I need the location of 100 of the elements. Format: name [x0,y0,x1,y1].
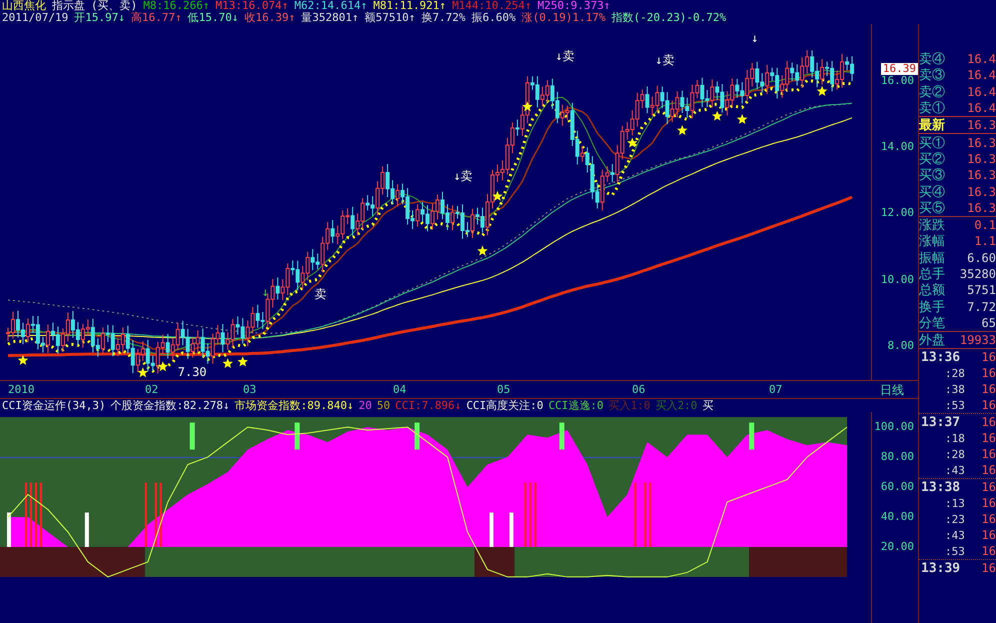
indicator-axis-label: 40.00 [880,511,914,523]
indicator-reading: 买入2:0 [655,398,698,413]
stat-value: 6.60 [967,250,996,265]
tick-time: :43 [945,528,965,542]
bid-price: 16.3 [967,152,996,166]
tick-time: :38 [945,382,965,396]
bid-label: 买③ [919,167,945,184]
tick-time: :53 [945,398,965,412]
tick-time: 13:39 [921,560,960,576]
stat-label: 分笔 [919,314,945,332]
stat-label: 总额 [919,282,945,300]
price-axis-label: 14.00 [880,141,914,154]
tick-time: 13:38 [921,480,960,495]
ask-price: 16.4 [967,52,996,66]
low-price-label: 7.30 [178,364,207,379]
quote-value: 额57510↑ [364,12,416,24]
date-axis-label: 05 [497,383,510,396]
tick-price: 16 [982,480,996,494]
stat-value: 35280 [960,267,996,281]
quote-value: 换7.72% [421,12,466,24]
stat-label: 涨幅 [919,233,945,250]
bid-price: 16.3 [967,168,996,182]
quote-value: 开15.97↓ [74,12,125,24]
tick-time: 13:37 [921,414,960,430]
price-axis-label: 10.00 [880,274,914,286]
indicator-reading: 20 [358,399,372,412]
date-axis-label: 2010 [8,383,34,396]
bid-label: 买⑤ [919,200,945,217]
sell-signal-label: 卖 [314,286,327,301]
tick-time: :53 [945,544,965,558]
mode-label: (买、卖) [91,0,138,12]
sell-signal-label: ↓ [751,31,758,46]
latest-label: 最新 [919,116,945,134]
moving-average-value: M250:9.373↑ [538,0,610,12]
indicator-title: CCI资金运作(34,3) [2,398,106,413]
bid-price: 16.3 [967,200,996,215]
price-axis-label: 8.00 [888,340,914,352]
quote-value: 振6.60% [471,12,516,24]
tick-price: 16 [982,528,996,542]
quote-value: 量352801↑ [301,12,359,24]
moving-average-value: M8:16.266↑ [143,0,210,12]
outer-volume-value: 19933 [960,333,996,348]
indicator-axis-label: 20.00 [880,541,914,553]
price-axis-label: 12.00 [880,207,914,220]
tick-time: :28 [945,448,965,461]
stat-label: 涨跌 [919,217,945,234]
ask-price: 16.4 [967,84,996,99]
tick-price: 16 [982,431,996,446]
moving-average-value: M144:10.254↑ [452,0,532,12]
indicator-reading: 个股资金指数:82.278↓ [110,398,230,413]
date-axis-label: 07 [769,383,782,396]
indicator-axis-label: 80.00 [880,451,914,463]
ask-price: 16.4 [967,101,996,116]
quote-value: 高16.77↑ [130,12,182,24]
tick-price: 16 [982,382,996,396]
quote-value: 2011/07/19 [2,12,68,24]
stat-label: 总手 [919,266,945,283]
panel-name: 指示盘 [52,0,85,12]
stat-value: 7.72 [967,300,996,314]
period-label: 日线 [880,382,904,399]
stat-label: 换手 [919,298,945,316]
indicator-reading: 买入1:0 [608,398,650,413]
indicator-reading: 50 [376,399,390,412]
indicator-reading: 市场资金指数:89.840↓ [234,398,354,413]
tick-time: :13 [945,496,965,510]
tick-price: 16 [982,512,996,526]
outer-volume-label: 外盘 [919,332,945,350]
bid-price: 16.3 [967,184,996,199]
quote-value: 收16.39↑ [244,12,296,24]
sell-signal-label: ↓卖 [555,49,575,64]
tick-price: 16 [982,415,996,430]
tick-price: 16 [982,447,996,462]
stock-name: 山西焦化 [2,0,46,12]
latest-price: 16.3 [967,118,996,132]
sell-signal-label: ↓卖 [655,53,674,68]
down-arrow-label: ↓ [262,284,269,299]
bid-label: 买② [919,150,945,168]
tick-time: :28 [945,366,965,380]
date-axis-label: 04 [393,383,406,396]
tick-price: 16 [982,496,996,510]
date-axis-label: 02 [145,383,158,396]
tick-time: 13:36 [921,350,960,365]
indicator-reading: CCI逃逸:0 [548,398,604,413]
moving-average-value: M13:16.074↑ [215,0,288,12]
ask-label: 卖① [919,100,945,118]
price-axis-label: 16.00 [880,75,914,87]
tick-price: 16 [982,544,996,558]
bid-label: 买① [919,134,945,152]
last-price-tag: 16.39 [880,63,918,75]
indicator-reading: 买 [702,398,714,413]
tick-time: :43 [945,464,965,477]
indicator-reading: CCI高度关注:0 [466,398,544,413]
ask-label: 卖② [919,84,945,101]
ask-label: 卖④ [919,51,945,68]
sell-signal-label: ↓卖 [454,169,473,184]
stat-value: 0.1 [974,218,996,232]
tick-price: 16 [982,561,996,576]
quote-value: 涨(0.19)1.17% [522,12,606,24]
stat-value: 5751 [967,283,996,298]
tick-price: 16 [982,366,996,380]
